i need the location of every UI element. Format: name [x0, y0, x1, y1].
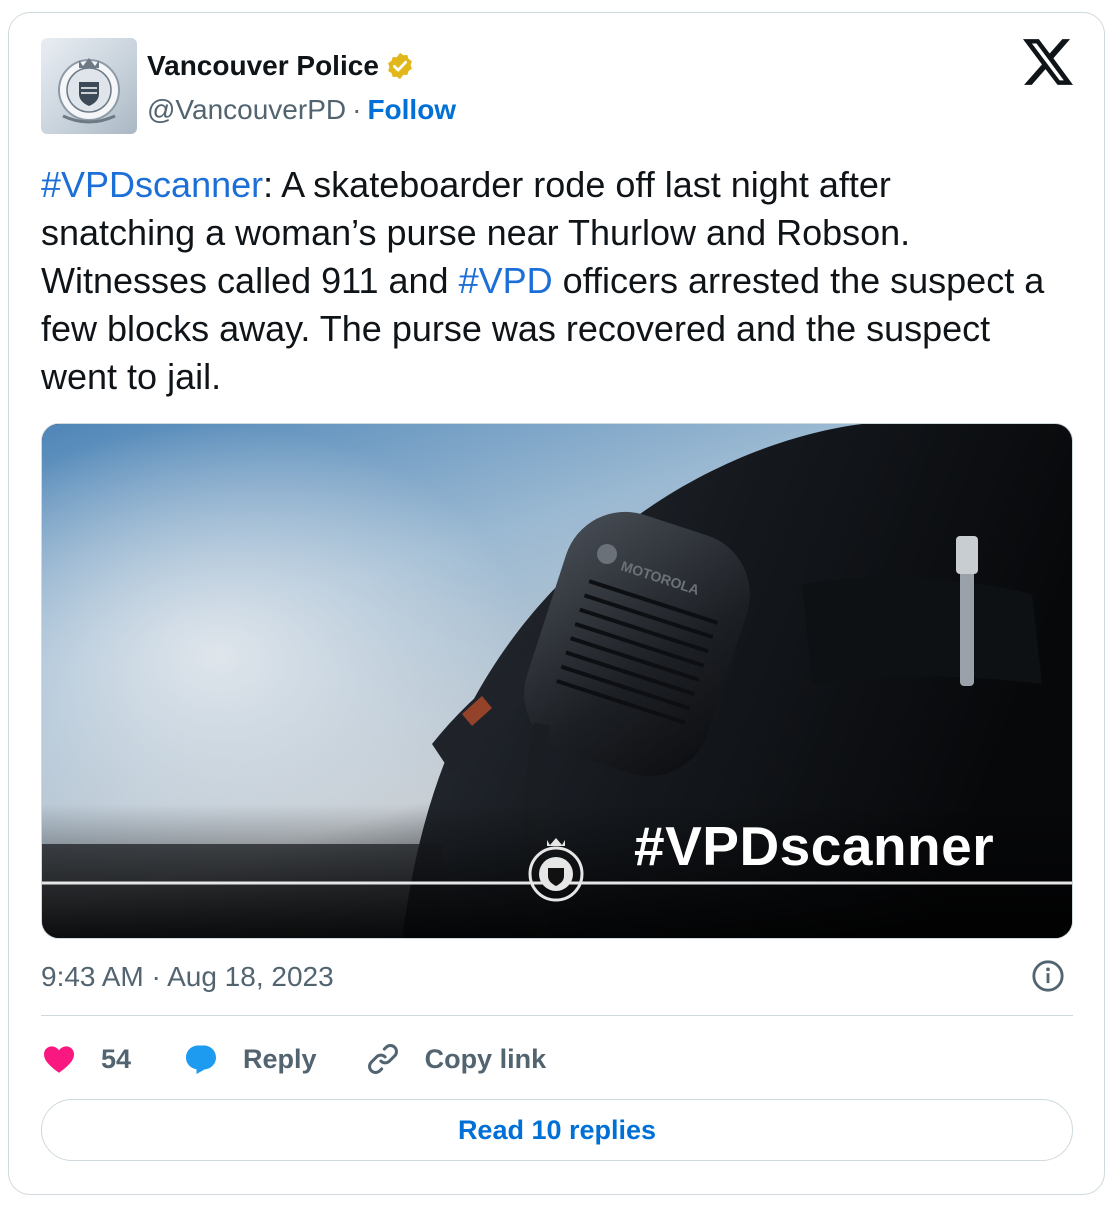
like-button[interactable]: 54 — [41, 1041, 131, 1077]
divider — [41, 1015, 1073, 1016]
hashtag-vpdscanner[interactable]: #VPDscanner — [41, 164, 263, 205]
like-count: 54 — [101, 1043, 132, 1074]
hashtag-vpd[interactable]: #VPD — [459, 260, 553, 301]
reply-button[interactable]: Reply — [183, 1041, 317, 1077]
copy-link-button[interactable]: Copy link — [365, 1041, 547, 1077]
copy-link-label: Copy link — [424, 1043, 547, 1074]
read-replies-button[interactable]: Read 10 replies — [41, 1099, 1073, 1161]
tweet-media-image[interactable]: MOTOROLA #VPDscanner — [41, 423, 1073, 939]
tweet-card: Vancouver Police @VancouverPD · Follow #… — [8, 12, 1105, 1195]
read-replies-label: Read 10 replies — [457, 1114, 657, 1145]
handle-row: @VancouverPD · Follow — [147, 93, 456, 127]
follow-button[interactable]: Follow — [367, 93, 456, 127]
avatar[interactable] — [41, 38, 137, 134]
verified-badge-icon — [385, 51, 415, 81]
tweet-timestamp[interactable]: 9:43 AM · Aug 18, 2023 — [41, 961, 334, 993]
account-handle[interactable]: @VancouverPD — [147, 93, 346, 127]
reply-label: Reply — [243, 1043, 317, 1074]
media-overlay-hashtag: #VPDscanner — [634, 815, 995, 877]
x-logo-icon[interactable] — [1023, 39, 1073, 85]
tweet-text: #VPDscanner: A skateboarder rode off las… — [41, 161, 1051, 401]
vpd-crest-icon — [58, 58, 120, 124]
account-name-row: Vancouver Police — [147, 49, 415, 83]
link-icon — [367, 1044, 398, 1074]
separator-dot: · — [352, 94, 362, 125]
reply-bubble-icon — [186, 1045, 217, 1074]
info-icon[interactable] — [1031, 959, 1065, 993]
heart-icon — [44, 1046, 74, 1073]
account-name[interactable]: Vancouver Police — [147, 49, 379, 83]
action-bar: 54 Reply Copy link — [41, 1037, 546, 1081]
